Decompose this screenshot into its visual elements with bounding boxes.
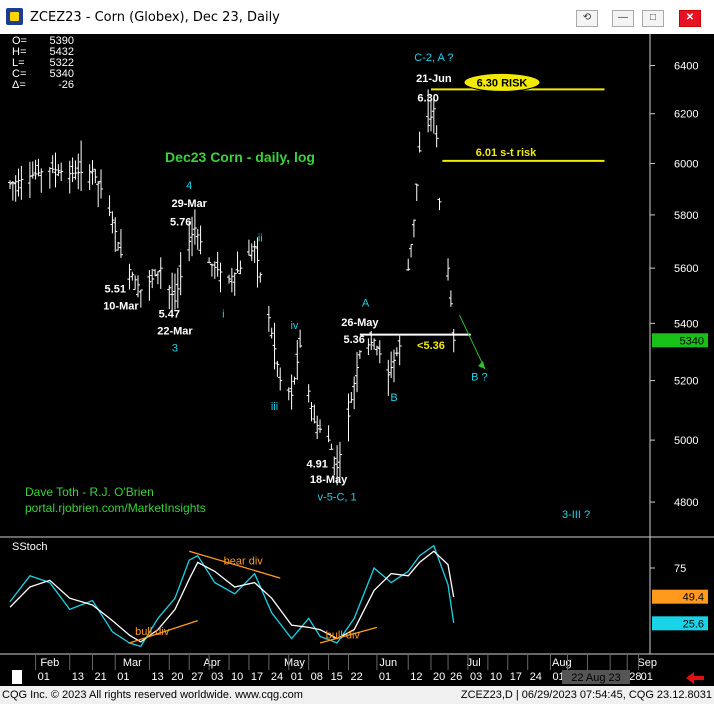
month-label: Mar [123, 657, 142, 669]
wave-annotation: B ? [471, 372, 488, 384]
wave-annotation: v-5-C, 1 [318, 491, 357, 503]
ohlc-value: -26 [58, 79, 74, 91]
wave-annotation: C-2, A ? [414, 52, 453, 64]
month-label: Apr [203, 657, 220, 669]
date-tag-label: 22 Aug 23 [571, 672, 621, 684]
wave-annotation: <5.36 [417, 340, 445, 352]
date-tick-label: 01 [117, 671, 129, 683]
projection-arrow [458, 314, 486, 370]
wave-annotation: 10-Mar [103, 300, 139, 312]
scroll-start-handle[interactable] [12, 670, 22, 684]
credit-author: Dave Toth - R.J. O'Brien [25, 485, 154, 499]
date-tick-label: 12 [410, 671, 422, 683]
divergence-label: bull div [135, 626, 170, 638]
last-price-tag-label: 5340 [680, 335, 704, 347]
date-tick-label: 24 [530, 671, 542, 683]
divergence-label: bear div [224, 556, 264, 568]
status-bar: CQG Inc. © 2023 All rights reserved worl… [0, 688, 714, 704]
month-label: May [284, 657, 305, 669]
date-tick-label: 20 [433, 671, 445, 683]
date-tick-label: 15 [331, 671, 343, 683]
price-tick-label: 6400 [674, 61, 698, 73]
risk-oval-label: 6.30 RISK [477, 77, 528, 89]
month-label: Sep [637, 657, 657, 669]
minimize-button[interactable]: — [612, 10, 634, 27]
app-icon [6, 8, 23, 25]
wave-annotation: iii [271, 401, 278, 413]
date-tick-label: 27 [191, 671, 203, 683]
price-tick-label: 5200 [674, 376, 698, 388]
date-tick-label: 10 [231, 671, 243, 683]
date-tick-label: 22 [350, 671, 362, 683]
date-tick-label: 01 [641, 671, 653, 683]
window-title: ZCEZ23 - Corn (Globex), Dec 23, Daily [30, 10, 280, 25]
price-tick-label: 6000 [674, 158, 698, 170]
price-tick-label: 5400 [674, 318, 698, 330]
ohlc-label: Δ= [12, 79, 26, 91]
month-label: Feb [40, 657, 59, 669]
date-tick-label: 17 [510, 671, 522, 683]
wave-annotation: iv [290, 320, 298, 332]
wave-annotation: A [362, 298, 370, 310]
wave-annotation: 5.36 [343, 334, 364, 346]
price-tick-label: 5800 [674, 210, 698, 222]
refresh-button[interactable]: ⟲ [576, 10, 598, 27]
date-tick-label: 26 [450, 671, 462, 683]
wave-annotation: 18-May [310, 474, 348, 486]
date-tick-label: 20 [171, 671, 183, 683]
credit-url: portal.rjobrien.com/MarketInsights [25, 501, 206, 515]
wave-annotation: 4.91 [306, 459, 327, 471]
price-tick-label: 6200 [674, 109, 698, 121]
price-tick-label: 5600 [674, 263, 698, 275]
date-tick-label: 03 [211, 671, 223, 683]
chart-title: Dec23 Corn - daily, log [165, 149, 315, 165]
close-button[interactable]: ✕ [679, 10, 701, 27]
wave-annotation: ii [258, 232, 263, 244]
date-tick-label: 01 [379, 671, 391, 683]
chart-svg[interactable]: 6400 6200 6000 5800 5600 5400 5200 5000 4800 5340… [0, 34, 714, 686]
wave-annotation: 4 [186, 180, 192, 192]
wave-annotation: 5.76 [170, 216, 191, 228]
st-risk-label: 6.01 s-t risk [476, 147, 537, 159]
stoch-title: SStoch [12, 541, 47, 553]
stoch-value-tag-label: 25.6 [683, 618, 704, 630]
date-tick-label: 13 [151, 671, 163, 683]
wave-annotation: 26-May [341, 317, 379, 329]
month-label: Aug [552, 657, 572, 669]
date-tick-label: 10 [490, 671, 502, 683]
month-label: Jun [379, 657, 397, 669]
wave-annotation: 3 [172, 343, 178, 355]
maximize-button[interactable]: □ [642, 10, 664, 27]
date-tick-label: 01 [38, 671, 50, 683]
divergence-label: bull div [326, 630, 361, 642]
date-tick-label: 17 [251, 671, 263, 683]
status-info-text: ZCEZ23,D | 06/29/2023 07:54:45, CQG 23.1… [460, 689, 712, 701]
month-label: Jul [467, 657, 481, 669]
date-tick-label: 24 [271, 671, 283, 683]
chart-area[interactable]: 6400 6200 6000 5800 5600 5400 5200 5000 4800 5340… [0, 34, 714, 686]
wave-annotation: 29-Mar [171, 198, 207, 210]
date-tick-label: 08 [311, 671, 323, 683]
wave-annotation: 22-Mar [157, 326, 193, 338]
wave-annotation: i [222, 309, 224, 321]
copyright-text: CQG Inc. © 2023 All rights reserved worl… [2, 689, 303, 701]
date-tick-label: 03 [470, 671, 482, 683]
wave-annotation: B [390, 392, 397, 404]
stoch-value-tag-label: 49.4 [683, 592, 704, 604]
wave-annotation: 6.30 [417, 93, 438, 105]
wave-annotation: 5.51 [105, 284, 126, 296]
date-tick-label: 13 [72, 671, 84, 683]
date-tick-label: 21 [94, 671, 106, 683]
price-tick-label: 5000 [674, 435, 698, 447]
wave-annotation: 3-III ? [562, 509, 590, 521]
window-titlebar: ZCEZ23 - Corn (Globex), Dec 23, Daily ⟲ … [0, 0, 714, 35]
wave-annotation: 21-Jun [416, 73, 452, 85]
date-tick-label: 01 [291, 671, 303, 683]
stoch-tick-label: 75 [674, 563, 686, 575]
price-tick-label: 4800 [674, 497, 698, 509]
wave-annotation: 5.47 [159, 309, 180, 321]
